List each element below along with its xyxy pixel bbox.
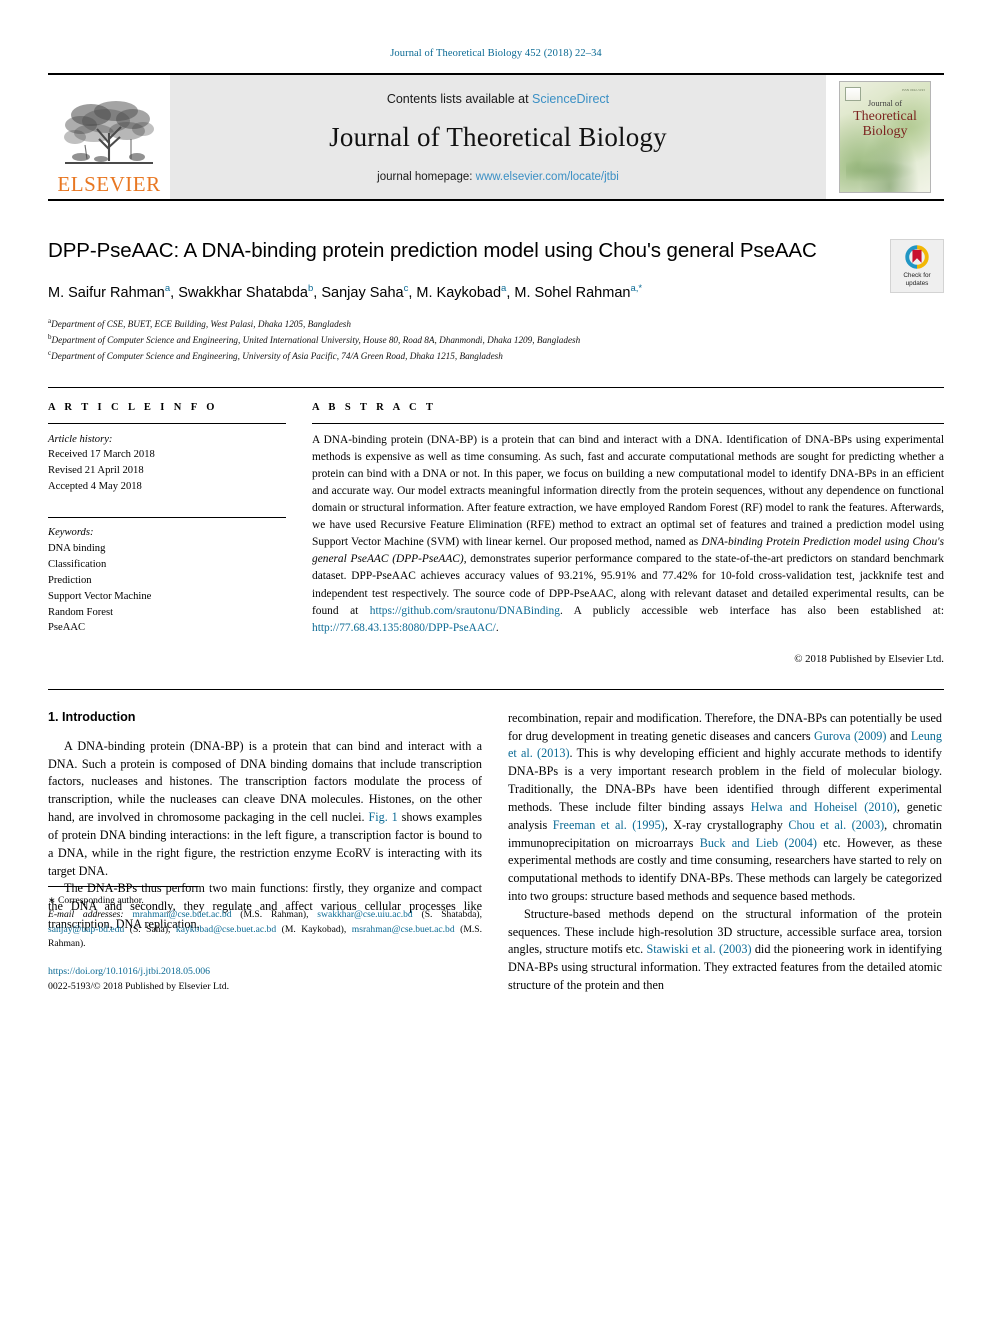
keywords-block: Keywords: DNA binding Classification Pre… xyxy=(48,517,286,636)
citation-freeman-1995[interactable]: Freeman et al. (1995) xyxy=(553,818,665,832)
author-list: M. Saifur Rahmana, Swakkhar Shatabdab, S… xyxy=(48,283,643,302)
sciencedirect-link[interactable]: ScienceDirect xyxy=(532,92,609,106)
title-block: Check for updates DPP-PseAAC: A DNA-bind… xyxy=(48,237,944,365)
divider xyxy=(48,517,286,519)
elsevier-logo: ELSEVIER xyxy=(48,75,170,199)
crossmark-badge[interactable]: Check for updates xyxy=(890,239,944,293)
page-title: DPP-PseAAC: A DNA-binding protein predic… xyxy=(48,239,817,262)
affiliation-item: cDepartment of Computer Science and Engi… xyxy=(48,348,944,364)
citation-helwa-2010[interactable]: Helwa and Hoheisel (2010) xyxy=(751,800,897,814)
abstract-column: A B S T R A C T A DNA-binding protein (D… xyxy=(312,402,944,665)
email-msrahman-2[interactable]: msrahman@cse.buet.ac.bd xyxy=(352,924,455,935)
corresponding-author-note: ∗ Corresponding author. xyxy=(48,894,482,908)
article-history-revised: Revised 21 April 2018 xyxy=(48,465,144,477)
email-msrahman-1[interactable]: mrahman@cse.buet.ac.bd xyxy=(132,909,231,920)
paragraph: recombination, repair and modification. … xyxy=(508,710,943,903)
figure-1-link[interactable]: Fig. 1 xyxy=(368,810,397,824)
journal-title: Journal of Theoretical Biology xyxy=(329,121,667,152)
contents-prefix: Contents lists available at xyxy=(386,91,529,106)
abstract-webinterface-link[interactable]: http://77.68.43.135:8080/DPP-PseAAC/ xyxy=(312,622,496,634)
footnote-star-icon: ∗ xyxy=(48,894,56,905)
footnote-block: ∗ Corresponding author. E-mail addresses… xyxy=(48,885,482,995)
citation-chou-2003[interactable]: Chou et al. (2003) xyxy=(788,818,884,832)
running-head: Journal of Theoretical Biology 452 (2018… xyxy=(390,48,602,59)
cover-texture xyxy=(846,158,924,184)
affiliation-text: Department of Computer Science and Engin… xyxy=(51,335,581,346)
crossmark-label: Check for updates xyxy=(903,272,930,287)
contents-available-line: Contents lists available at ScienceDirec… xyxy=(387,92,609,106)
cover-title-line1: Journal of xyxy=(867,98,903,108)
keyword-item: Prediction xyxy=(48,574,92,586)
article-info-column: A R T I C L E I N F O Article history: R… xyxy=(48,402,286,665)
paragraph: A DNA-binding protein (DNA-BP) is a prot… xyxy=(48,738,483,878)
keywords-label: Keywords: xyxy=(48,527,94,539)
info-abstract-section: A R T I C L E I N F O Article history: R… xyxy=(48,386,944,665)
footnote-divider xyxy=(48,885,198,887)
body-left-column: 1. Introduction A DNA-binding protein (D… xyxy=(48,710,482,995)
crossmark-icon xyxy=(905,245,929,270)
keyword-item: Support Vector Machine xyxy=(48,590,152,602)
divider xyxy=(48,422,286,424)
doi-link[interactable]: https://doi.org/10.1016/j.jtbi.2018.05.0… xyxy=(48,966,210,977)
affiliation-text: Department of CSE, BUET, ECE Building, W… xyxy=(51,319,351,330)
elsevier-wordmark: ELSEVIER xyxy=(57,172,161,196)
abstract-github-link[interactable]: https://github.com/srautonu/DNABinding xyxy=(370,605,560,617)
cover-title-line3: Biology xyxy=(862,124,908,140)
keyword-item: PseAAC xyxy=(48,622,86,634)
cover-title: Journal of Theoretical Biology xyxy=(840,98,930,140)
body-right-column: recombination, repair and modification. … xyxy=(508,710,942,995)
article-info-heading: A R T I C L E I N F O xyxy=(48,401,218,413)
crossmark-line1: Check for xyxy=(903,272,931,280)
keyword-item: DNA binding xyxy=(48,542,106,554)
paragraph: Structure-based methods depend on the st… xyxy=(508,906,942,993)
article-history-label: Article history: xyxy=(48,433,113,445)
cover-title-line2: Theoretical xyxy=(853,108,917,124)
homepage-prefix: journal homepage: xyxy=(377,170,473,183)
abstract-copyright: © 2018 Published by Elsevier Ltd. xyxy=(794,652,944,665)
affiliation-list: aDepartment of CSE, BUET, ECE Building, … xyxy=(48,316,944,364)
citation-stawiski-2003[interactable]: Stawiski et al. (2003) xyxy=(646,942,751,956)
journal-homepage-line: journal homepage: www.elsevier.com/locat… xyxy=(377,171,619,183)
email-swakkhar[interactable]: swakkhar@cse.uiu.ac.bd xyxy=(317,909,412,920)
section-heading-introduction: 1. Introduction xyxy=(48,709,136,724)
elsevier-tree-icon xyxy=(64,101,154,164)
cover-issn-code: ISSN 0022-5193 xyxy=(901,88,925,92)
journal-cover-thumbnail: ISSN 0022-5193 Journal of Theoretical Bi… xyxy=(826,75,944,199)
doi-block: https://doi.org/10.1016/j.jtbi.2018.05.0… xyxy=(48,965,482,994)
affiliation-text: Department of Computer Science and Engin… xyxy=(51,351,503,362)
email-kaykobad[interactable]: kaykobad@cse.buet.ac.bd xyxy=(176,924,276,935)
article-history-received: Received 17 March 2018 xyxy=(48,449,155,461)
keyword-item: Classification xyxy=(48,558,107,570)
email-sanjay[interactable]: sanjay@uap-bd.edu xyxy=(48,924,124,935)
paper-page: Journal of Theoretical Biology 452 (2018… xyxy=(0,0,992,1323)
article-history-accepted: Accepted 4 May 2018 xyxy=(48,481,142,493)
citation-buck-2004[interactable]: Buck and Lieb (2004) xyxy=(700,836,817,850)
issn-copyright-line: 0022-5193/© 2018 Published by Elsevier L… xyxy=(48,981,230,993)
journal-cover-image: ISSN 0022-5193 Journal of Theoretical Bi… xyxy=(839,81,931,193)
journal-homepage-link[interactable]: www.elsevier.com/locate/jtbi xyxy=(476,171,619,183)
body-columns: 1. Introduction A DNA-binding protein (D… xyxy=(48,688,944,995)
citation-gurova-2009[interactable]: Gurova (2009) xyxy=(814,729,886,743)
affiliation-item: aDepartment of CSE, BUET, ECE Building, … xyxy=(48,316,944,332)
abstract-heading: A B S T R A C T xyxy=(312,401,437,413)
keyword-item: Random Forest xyxy=(48,606,114,618)
abstract-text: A DNA-binding protein (DNA-BP) is a prot… xyxy=(312,433,945,634)
crossmark-line2: updates xyxy=(905,280,929,287)
journal-masthead: ELSEVIER Contents lists available at Sci… xyxy=(48,73,944,201)
email-addresses: E-mail addresses: mrahman@cse.buet.ac.bd… xyxy=(48,909,482,950)
masthead-banner: Contents lists available at ScienceDirec… xyxy=(170,75,826,199)
divider xyxy=(312,422,944,424)
affiliation-item: bDepartment of Computer Science and Engi… xyxy=(48,332,944,348)
corresponding-author-text: Corresponding author. xyxy=(57,894,144,906)
